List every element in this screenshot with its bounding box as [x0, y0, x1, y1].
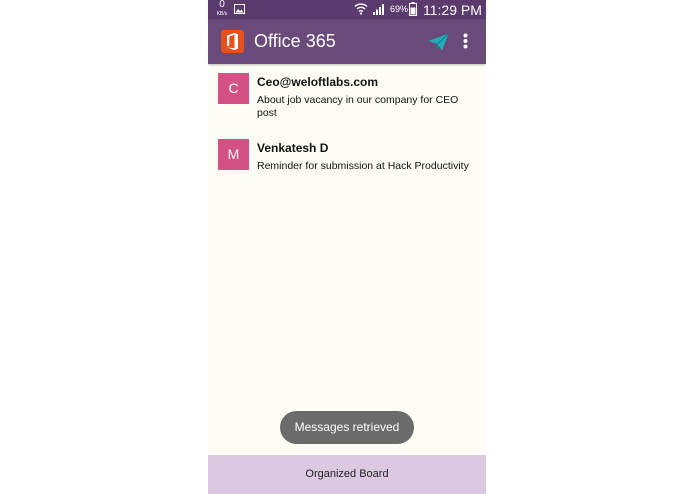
gallery-icon: [234, 3, 245, 17]
message-item[interactable]: C Ceo@weloftlabs.com About job vacancy i…: [208, 64, 486, 130]
avatar: C: [218, 73, 249, 104]
avatar: M: [218, 139, 249, 170]
network-speed-value: 0: [219, 0, 225, 10]
app-bar: Office 365: [208, 19, 486, 64]
toast-message: Messages retrieved: [280, 411, 414, 444]
network-speed-unit: KB/s: [216, 11, 228, 17]
send-icon[interactable]: [428, 33, 449, 56]
message-sender: Venkatesh D: [257, 141, 329, 155]
message-item[interactable]: M Venkatesh D Reminder for submission at…: [208, 130, 486, 196]
battery-percent: 69%: [390, 4, 409, 14]
signal-icon: [373, 3, 386, 18]
message-sender: Ceo@weloftlabs.com: [257, 75, 379, 89]
organized-board-button[interactable]: Organized Board: [208, 455, 486, 494]
battery-icon: [409, 2, 417, 19]
wifi-icon: [354, 2, 368, 18]
clock: 11:29 PM: [423, 2, 482, 18]
message-snippet: Reminder for submission at Hack Producti…: [257, 160, 469, 172]
message-list: C Ceo@weloftlabs.com About job vacancy i…: [208, 64, 486, 196]
network-speed: 0 KB/s: [214, 0, 230, 18]
status-bar: 0 KB/s 69% 11:29 PM: [208, 0, 486, 19]
app-title: Office 365: [254, 31, 336, 51]
more-vert-icon[interactable]: [463, 33, 468, 54]
office-logo: [221, 30, 244, 53]
message-snippet: About job vacancy in our company for CEO…: [257, 94, 459, 119]
phone-screen: 0 KB/s 69% 11:29 PM Office 365 C Ceo@wel…: [208, 0, 486, 494]
